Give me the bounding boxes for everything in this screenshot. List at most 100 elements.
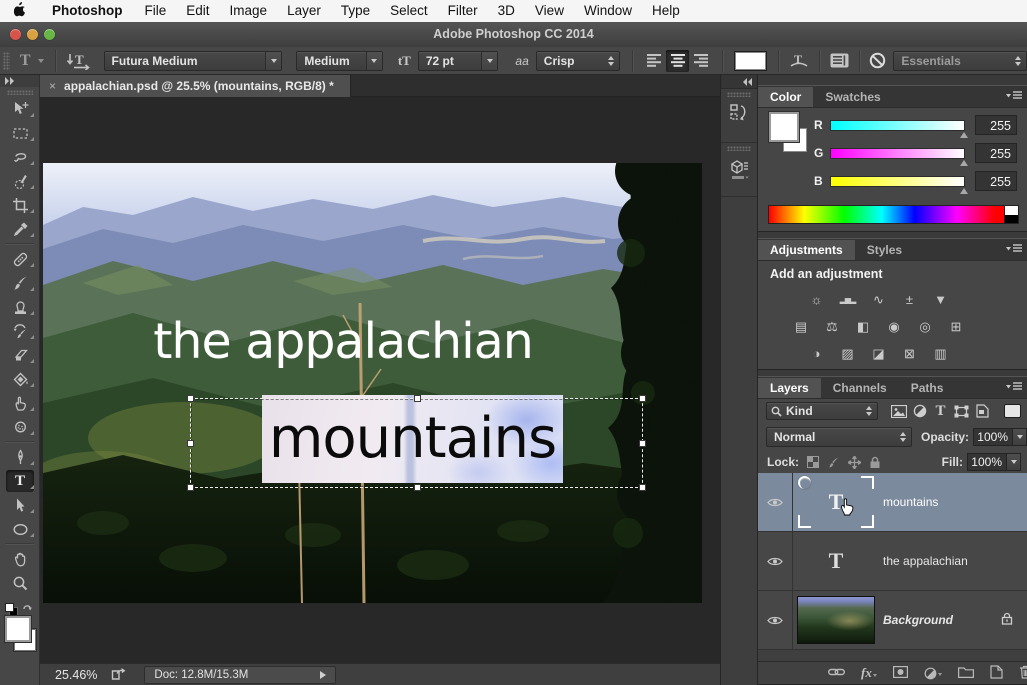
type-tool[interactable]: T [0,469,40,493]
tool-preset-dropdown-icon[interactable] [38,59,44,63]
vibrance-icon[interactable]: ▼ [929,291,953,308]
layer-row-background[interactable]: Background [758,591,1027,650]
font-style-select[interactable]: Medium [296,51,382,71]
options-grip[interactable] [3,52,10,70]
menu-image[interactable]: Image [220,0,278,22]
filter-pixel-layers-icon[interactable] [888,403,909,419]
layer-thumbnail-mountains[interactable]: T [793,473,879,531]
transform-selection-box[interactable] [190,398,643,488]
handle-mid-right[interactable] [639,440,646,447]
handle-mid-left[interactable] [187,440,194,447]
tab-paths[interactable]: Paths [899,378,956,398]
layer-row-mountains[interactable]: T mountains [758,473,1027,532]
new-adjustment-layer-icon[interactable] [924,667,942,680]
adjustments-panel-menu-icon[interactable] [1006,244,1022,254]
expand-panels-icon[interactable] [721,75,757,89]
blue-slider[interactable] [830,176,965,187]
color-panel-swatches[interactable] [769,112,809,156]
opacity-control[interactable]: 100% [973,428,1027,446]
layers-panel-menu-icon[interactable] [1006,382,1022,392]
tab-channels[interactable]: Channels [821,378,899,398]
threshold-icon[interactable]: ◪ [867,345,891,362]
layer-row-the-appalachian[interactable]: T the appalachian [758,532,1027,591]
green-slider[interactable] [830,148,965,159]
handle-bottom-right[interactable] [639,484,646,491]
tab-color[interactable]: Color [758,87,813,107]
filter-type-layers-icon[interactable]: T [930,403,951,419]
font-size-dropdown-icon[interactable] [481,52,497,70]
color-lookup-icon[interactable]: ⊞ [944,318,968,335]
handle-bottom-center[interactable] [414,484,421,491]
filter-kind-select[interactable]: Kind [766,402,878,420]
menu-file[interactable]: File [135,0,177,22]
default-colors-widget[interactable] [0,599,39,613]
opacity-value[interactable]: 100% [973,428,1013,446]
menu-layer[interactable]: Layer [277,0,331,22]
eyedropper-tool[interactable] [0,217,40,241]
foreground-background-colors[interactable] [0,615,39,661]
color-spectrum-ramp[interactable] [768,205,1005,224]
color-panel-menu-icon[interactable] [1006,91,1022,101]
posterize-icon[interactable]: ▨ [836,345,860,362]
quick-selection-tool[interactable] [0,169,40,193]
handle-top-right[interactable] [639,395,646,402]
black-white-icon[interactable]: ◧ [851,318,875,335]
menu-filter[interactable]: Filter [438,0,488,22]
document-size-status[interactable]: Doc: 12.8M/15.3M [144,666,336,684]
eraser-tool[interactable] [0,343,40,367]
clone-stamp-tool[interactable] [0,295,40,319]
move-tool[interactable] [0,97,40,121]
dodge-tool[interactable] [0,415,40,439]
properties-panel-button[interactable] [721,143,757,197]
foreground-swatch[interactable] [769,112,799,142]
layer-thumbnail-background[interactable] [793,591,879,649]
font-size-select[interactable]: 72 pt [418,51,499,71]
blend-mode-select[interactable]: Normal [766,427,912,447]
swap-colors-icon[interactable] [22,601,34,611]
zoom-level[interactable]: 25.46% [55,668,97,682]
layer-name[interactable]: mountains [883,495,938,509]
anti-alias-dropdown-icon[interactable] [608,56,614,66]
font-style-dropdown-icon[interactable] [366,52,382,70]
toggle-panels-icon[interactable] [830,53,849,68]
red-slider[interactable] [830,120,965,131]
fill-value[interactable]: 100% [967,453,1007,471]
brush-tool[interactable] [0,271,40,295]
font-family-dropdown-icon[interactable] [265,52,281,70]
brightness-contrast-icon[interactable]: ☼ [805,291,829,308]
warp-text-icon[interactable]: T [789,52,809,69]
fill-dropdown-icon[interactable] [1007,453,1021,471]
layer-name[interactable]: the appalachian [883,554,968,568]
menu-help[interactable]: Help [642,0,690,22]
text-color-swatch[interactable] [734,51,767,71]
zoom-tool[interactable] [0,571,40,595]
align-center-button[interactable] [666,50,690,72]
color-balance-icon[interactable]: ⚖ [820,318,844,335]
history-panel-button[interactable] [721,89,757,143]
filter-shape-layers-icon[interactable] [951,403,972,419]
levels-icon[interactable]: ▂▅▂ [836,291,860,308]
type-tool-preset-icon[interactable]: T [20,52,31,70]
white-swatch[interactable] [1005,206,1018,215]
foreground-color-swatch[interactable] [5,616,31,642]
status-options-arrow-icon[interactable] [320,671,326,679]
pen-tool[interactable] [0,445,40,469]
gradient-tool[interactable] [0,367,40,391]
visibility-eye-icon[interactable] [758,591,793,649]
blend-mode-dropdown-icon[interactable] [900,432,906,442]
menu-3d[interactable]: 3D [488,0,525,22]
anti-alias-select[interactable]: Crisp [536,51,621,71]
marquee-tool[interactable] [0,121,40,145]
handle-top-left[interactable] [187,395,194,402]
align-left-button[interactable] [642,50,666,72]
tab-styles[interactable]: Styles [855,240,914,260]
lock-position-icon[interactable] [848,456,861,469]
history-brush-tool[interactable] [0,319,40,343]
tab-adjustments[interactable]: Adjustments [758,240,855,260]
curves-icon[interactable]: ∿ [867,291,891,308]
spot-healing-brush-tool[interactable] [0,247,40,271]
lock-paint-icon[interactable] [827,456,840,469]
smudge-tool[interactable] [0,391,40,415]
text-orientation-icon[interactable]: T [66,52,92,70]
default-colors-icon[interactable] [5,603,14,612]
